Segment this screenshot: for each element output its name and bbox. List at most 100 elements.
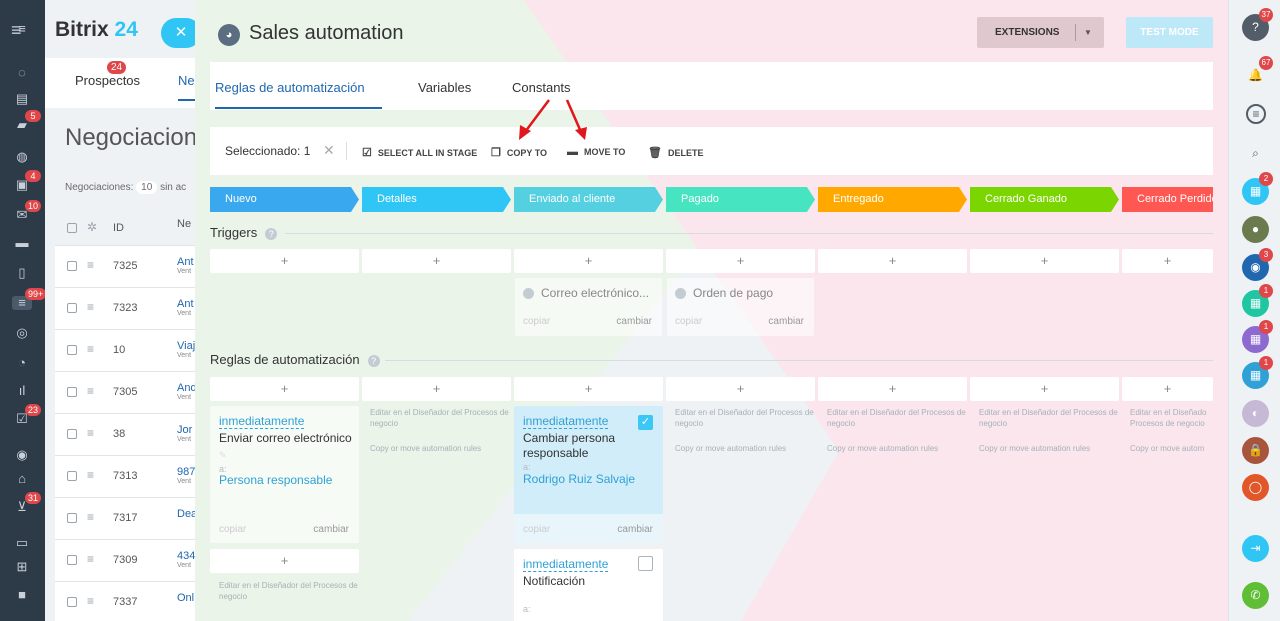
designer-hint[interactable]: Editar en el Diseñador del Procesos de n… — [675, 407, 815, 429]
row-name[interactable]: Jor Vent — [177, 424, 192, 443]
row-name[interactable]: Viaj Vent — [177, 340, 195, 359]
row-menu-icon[interactable]: ≡ — [87, 552, 94, 566]
designer-hint[interactable]: Editar en el Diseñador del Procesos de n… — [370, 407, 510, 429]
table-row[interactable]: ≡ 7323 Ant Vent — [55, 288, 205, 330]
stage-perdido[interactable]: Cerrado Perdido — [1122, 187, 1213, 212]
message-icon[interactable]: ≡ — [1246, 104, 1266, 124]
tasks-icon[interactable]: ▣ 4 — [12, 170, 41, 192]
add-rule-button[interactable]: + — [210, 377, 359, 401]
stage-entregado[interactable]: Entregado — [818, 187, 967, 212]
id-header[interactable]: ID — [113, 222, 124, 234]
row-checkbox[interactable] — [67, 555, 77, 565]
designer-hint[interactable]: Editar en el Diseñado Procesos de negoci… — [1130, 407, 1215, 429]
change-link[interactable]: cambiar — [616, 316, 652, 327]
stage-enviado[interactable]: Enviado al cliente — [514, 187, 663, 212]
target-icon[interactable]: ◎ — [12, 326, 32, 340]
document-icon[interactable]: ▯ — [12, 266, 32, 280]
mail-icon[interactable]: ✉ 10 — [12, 200, 42, 222]
change-link[interactable]: cambiar — [617, 524, 653, 535]
help-icon[interactable]: ? 37 — [1242, 8, 1273, 41]
shop-icon[interactable]: ⌂ — [12, 472, 32, 486]
row-menu-icon[interactable]: ≡ — [87, 426, 94, 440]
stage-nuevo[interactable]: Nuevo — [210, 187, 359, 212]
bg-tab-prospects[interactable]: Prospectos — [75, 73, 140, 88]
checklist-icon[interactable]: ☑ 23 — [12, 404, 42, 426]
search-icon[interactable]: ⌕ — [1242, 140, 1269, 167]
table-row[interactable]: ≡ 7325 Ant Vent — [55, 246, 205, 288]
move-to-button[interactable]: ▬ MOVE TO — [567, 146, 625, 158]
table-row[interactable]: ≡ 7317 Dea — [55, 498, 205, 540]
avatar-icon[interactable]: ● — [1242, 216, 1269, 243]
add-trigger-button[interactable]: + — [362, 249, 511, 273]
row-menu-icon[interactable]: ≡ — [87, 510, 94, 524]
menu-icon[interactable]: ≡ — [11, 20, 22, 41]
designer-hint[interactable]: Editar en el Diseñador del Procesos de n… — [827, 407, 967, 429]
copy-to-button[interactable]: ❐ COPY TO — [491, 146, 547, 159]
stage-detalles[interactable]: Detalles — [362, 187, 511, 212]
add-trigger-button[interactable]: + — [666, 249, 815, 273]
stage-ganado[interactable]: Cerrado Ganado — [970, 187, 1119, 212]
user-icon[interactable]: ◯ — [1242, 474, 1269, 501]
add-rule-button[interactable]: + — [514, 377, 663, 401]
add-trigger-button[interactable]: + — [818, 249, 967, 273]
crm-icon[interactable]: ≡ 99+ — [12, 288, 47, 310]
rule-timing-link[interactable]: inmediatamente — [219, 414, 305, 429]
bell-icon[interactable]: 🔔 67 — [1242, 56, 1273, 89]
row-menu-icon[interactable]: ≡ — [87, 342, 94, 356]
change-link[interactable]: cambiar — [768, 316, 804, 327]
copy-link[interactable]: copiar — [523, 524, 550, 535]
tab-constants[interactable]: Constants — [512, 80, 571, 95]
add-rule-button[interactable]: + — [970, 377, 1119, 401]
rule-checkbox-checked[interactable]: ✓ — [638, 415, 653, 430]
test-mode-button[interactable]: TEST MODE — [1126, 17, 1213, 48]
analytics-icon[interactable]: ıl — [12, 384, 32, 398]
row-menu-icon[interactable]: ≡ — [87, 594, 94, 608]
table-row[interactable]: ≡ 7305 And Vent — [55, 372, 205, 414]
delete-button[interactable]: 🗑 DELETE — [648, 146, 703, 159]
row-checkbox[interactable] — [67, 429, 77, 439]
row-checkbox[interactable] — [67, 261, 77, 271]
row-name[interactable]: 987 Vent — [177, 466, 195, 485]
rule-card-email[interactable]: inmediatamente Enviar correo electrónico… — [210, 406, 359, 543]
row-menu-icon[interactable]: ≡ — [87, 468, 94, 482]
rule-timing-link[interactable]: inmediatamente — [523, 414, 609, 429]
rule-card-change-responsible[interactable]: inmediatamente ✓ Cambiar persona respons… — [514, 406, 663, 543]
row-checkbox[interactable] — [67, 345, 77, 355]
row-menu-icon[interactable]: ≡ — [87, 258, 94, 272]
help-icon[interactable]: ? — [265, 227, 278, 240]
name-header[interactable]: Ne — [177, 218, 191, 230]
exit-icon[interactable]: ⇥ — [1242, 535, 1269, 562]
add-trigger-button[interactable]: + — [210, 249, 359, 273]
calendar-icon[interactable]: ▤ — [12, 92, 32, 106]
settings-gear-icon[interactable]: ✲ — [87, 220, 97, 234]
copy-link[interactable]: copiar — [675, 316, 702, 327]
select-all-button[interactable]: ☑ SELECT ALL IN STAGE — [362, 146, 477, 159]
row-name[interactable]: 434 Vent — [177, 550, 195, 569]
add-trigger-button[interactable]: + — [514, 249, 663, 273]
trigger-card-email[interactable]: Correo electrónico... copiar cambiar — [515, 278, 662, 336]
table-row[interactable]: ≡ 7337 Onl — [55, 582, 205, 621]
row-checkbox[interactable] — [67, 387, 77, 397]
drive-icon[interactable]: ▬ — [12, 236, 32, 250]
clear-selection-icon[interactable]: ✕ — [323, 142, 335, 159]
row-checkbox[interactable] — [67, 513, 77, 523]
row-name[interactable]: Ant Vent — [177, 256, 194, 275]
bg-tab-deals[interactable]: Ne — [178, 73, 195, 88]
brand-logo[interactable]: Bitrix 24 — [55, 18, 138, 42]
table-row[interactable]: ≡ 7313 987 Vent — [55, 456, 205, 498]
pulse-icon[interactable]: ◌ — [12, 66, 32, 80]
row-checkbox[interactable] — [67, 471, 77, 481]
cart-icon[interactable]: ⊻ 31 — [12, 492, 42, 514]
rule-checkbox[interactable] — [638, 556, 653, 571]
calendar2-icon[interactable]: ▭ — [12, 536, 32, 550]
tab-automation-rules[interactable]: Reglas de automatización — [215, 80, 365, 95]
timer-icon[interactable]: ◔ — [12, 356, 32, 370]
phone-icon[interactable]: ✆ — [1242, 582, 1269, 609]
chat-icon[interactable]: ▰ 5 — [12, 110, 41, 132]
calendar-icon[interactable]: ▦ 1 — [1242, 320, 1273, 353]
row-name[interactable]: And Vent — [177, 382, 197, 401]
calendar-icon[interactable]: ▦ 1 — [1242, 284, 1273, 317]
add-trigger-button[interactable]: + — [970, 249, 1119, 273]
group-icon[interactable]: ◍ — [12, 150, 32, 164]
table-row[interactable]: ≡ 10 Viaj Vent — [55, 330, 205, 372]
